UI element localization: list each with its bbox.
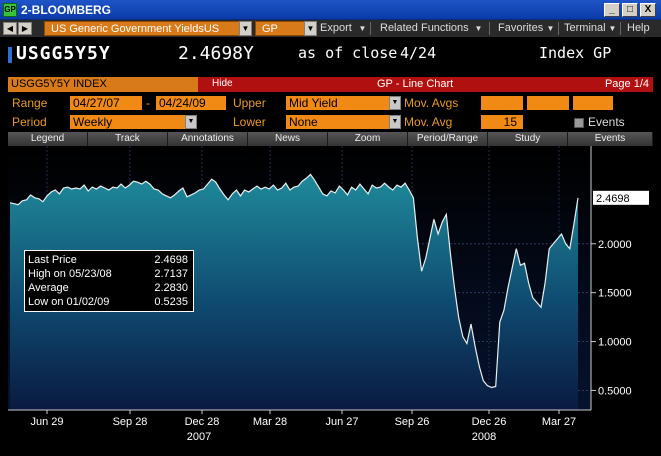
tab-study[interactable]: Study xyxy=(488,132,568,146)
menu-favorites[interactable]: Favorites xyxy=(498,22,543,34)
tab-annotations[interactable]: Annotations xyxy=(168,132,248,146)
x-tick-label: Dec 26 xyxy=(472,416,507,428)
last-value-text: 2.4698 xyxy=(596,193,630,205)
header-accent xyxy=(8,47,12,63)
close-button[interactable]: X xyxy=(640,3,656,17)
as-of-label: as of close xyxy=(298,44,398,62)
last-value-marker: 2.4698 xyxy=(593,190,649,205)
x-tick-label: Sep 26 xyxy=(395,416,430,428)
x-tick-label: Mar 28 xyxy=(253,416,287,428)
page-indicator: Page 1/4 xyxy=(604,78,649,90)
upper-dropdown-icon[interactable]: ▼ xyxy=(389,96,401,110)
quote-date: 4/24 xyxy=(400,44,437,62)
lower-label: Lower xyxy=(233,115,266,129)
x-tick-label: Sep 28 xyxy=(113,416,148,428)
y-tick-label: 0.5000 xyxy=(598,385,632,397)
range-end-input[interactable]: 04/24/09 xyxy=(156,96,226,110)
window-title: 2-BLOOMBERG xyxy=(21,3,111,17)
y-tick-label: 1.0000 xyxy=(598,337,632,349)
function-dropdown-icon[interactable]: ▼ xyxy=(304,21,317,36)
tab-period-range[interactable]: Period/Range xyxy=(408,132,488,146)
mov-avg-label: Mov. Avg xyxy=(404,115,453,129)
security-selector[interactable]: US Generic Government YieldsUS xyxy=(44,21,240,36)
range-label: Range xyxy=(12,96,48,110)
menu-export[interactable]: Export xyxy=(320,22,352,34)
legend-row-high: High on 05/23/08 2.7137 xyxy=(28,267,190,281)
chart-title: GP - Line Chart xyxy=(377,78,454,90)
legend-row-average: Average 2.2830 xyxy=(28,281,190,295)
tab-zoom[interactable]: Zoom xyxy=(328,132,408,146)
quote-header: USGG5Y5Y 2.4698Y as of close 4/24 Index … xyxy=(0,37,661,72)
x-tick-label: Jun 27 xyxy=(325,416,358,428)
year-label: 2008 xyxy=(472,431,496,443)
ticker-symbol: USGG5Y5Y xyxy=(16,43,111,64)
tab-legend[interactable]: Legend xyxy=(8,132,88,146)
legend-row-low: Low on 01/02/09 0.5235 xyxy=(28,295,190,309)
legend-box[interactable]: Last Price 2.4698 High on 05/23/08 2.713… xyxy=(24,250,194,312)
y-axis: 0.5000 1.0000 1.5000 2.0000 xyxy=(590,146,632,410)
x-tick-label: Dec 28 xyxy=(185,416,220,428)
security-dropdown-icon[interactable]: ▼ xyxy=(239,21,252,36)
app-icon: GP xyxy=(3,3,17,17)
legend-row-last: Last Price 2.4698 xyxy=(28,253,190,267)
upper-label: Upper xyxy=(233,96,266,110)
period-dropdown-icon[interactable]: ▼ xyxy=(185,115,197,129)
range-dash: - xyxy=(146,96,150,110)
x-tick-label: Jun 29 xyxy=(30,416,63,428)
security-name[interactable]: USGG5Y5Y INDEX xyxy=(8,77,198,92)
function-selector[interactable]: GP xyxy=(255,21,305,36)
legend-key: Low on 01/02/09 xyxy=(28,296,110,308)
forward-arrow-icon[interactable]: ▶ xyxy=(18,22,32,35)
maximize-button[interactable]: □ xyxy=(622,3,638,17)
y-tick-label: 2.0000 xyxy=(598,239,632,251)
terminal-dropdown-icon[interactable]: ▼ xyxy=(606,22,619,35)
favorites-dropdown-icon[interactable]: ▼ xyxy=(544,22,557,35)
related-dropdown-icon[interactable]: ▼ xyxy=(472,22,485,35)
lower-dropdown-icon[interactable]: ▼ xyxy=(389,115,401,129)
upper-select[interactable]: Mid Yield xyxy=(286,96,390,110)
period-select[interactable]: Weekly xyxy=(70,115,186,129)
menu-terminal[interactable]: Terminal xyxy=(564,22,606,34)
last-price: 2.4698Y xyxy=(178,43,254,64)
minimize-button[interactable]: _ xyxy=(604,3,620,17)
menu-help[interactable]: Help xyxy=(627,22,650,34)
x-axis: Jun 29 Sep 28 Dec 28 Mar 28 Jun 27 Sep 26 Dec … xyxy=(8,409,591,443)
tab-events[interactable]: Events xyxy=(568,132,653,146)
legend-key: Last Price xyxy=(28,254,77,266)
toolbar: ◀ ▶ US Generic Government YieldsUS ▼ GP … xyxy=(0,20,661,37)
security-bar: USGG5Y5Y INDEX Hide GP - Line Chart Page… xyxy=(8,77,653,92)
events-checkbox[interactable] xyxy=(574,118,584,128)
window-titlebar: GP 2-BLOOMBERG _ □ X xyxy=(0,0,661,20)
tab-track[interactable]: Track xyxy=(88,132,168,146)
range-start-input[interactable]: 04/27/07 xyxy=(70,96,142,110)
back-arrow-icon[interactable]: ◀ xyxy=(3,22,17,35)
mov-avgs-label: Mov. Avgs xyxy=(404,96,459,110)
events-label: Events xyxy=(588,115,625,129)
tab-news[interactable]: News xyxy=(248,132,328,146)
menu-related-functions[interactable]: Related Functions xyxy=(380,22,469,34)
index-label: Index GP xyxy=(539,44,612,62)
hide-button[interactable]: Hide xyxy=(212,78,233,89)
y-tick-label: 1.5000 xyxy=(598,288,632,300)
mov-avg-1-input[interactable] xyxy=(481,96,523,110)
mov-avg-2-input[interactable] xyxy=(527,96,569,110)
legend-value: 2.2830 xyxy=(154,282,188,294)
lower-select[interactable]: None xyxy=(286,115,390,129)
legend-value: 2.4698 xyxy=(154,254,188,266)
period-label: Period xyxy=(12,115,47,129)
legend-key: Average xyxy=(28,282,69,294)
legend-value: 0.5235 xyxy=(154,296,188,308)
legend-value: 2.7137 xyxy=(154,268,188,280)
chart-tabs: Legend Track Annotations News Zoom Perio… xyxy=(8,132,653,146)
legend-key: High on 05/23/08 xyxy=(28,268,112,280)
mov-avg-input[interactable]: 15 xyxy=(481,115,523,129)
x-tick-label: Mar 27 xyxy=(542,416,576,428)
export-dropdown-icon[interactable]: ▼ xyxy=(356,22,369,35)
year-label: 2007 xyxy=(187,431,211,443)
mov-avg-3-input[interactable] xyxy=(573,96,613,110)
